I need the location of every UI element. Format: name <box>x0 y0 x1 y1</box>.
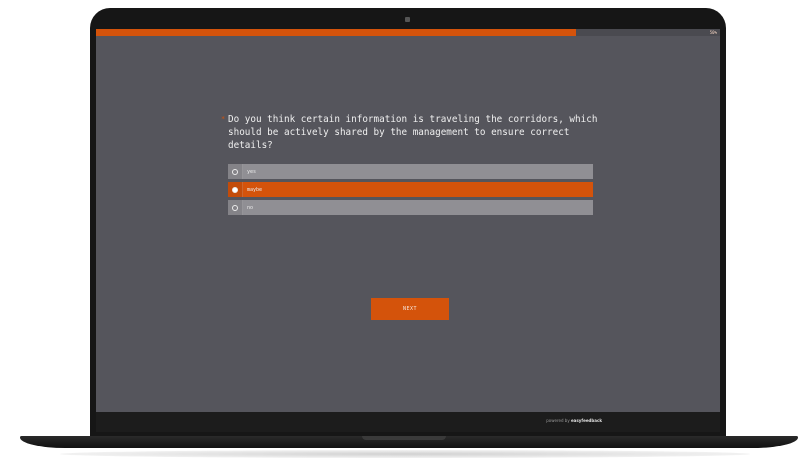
progress-label: 50% <box>709 30 717 35</box>
survey-screen: 50% * Do you think certain information i… <box>96 29 720 432</box>
laptop-notch <box>362 436 446 440</box>
option-no[interactable]: no <box>228 200 593 215</box>
option-maybe[interactable]: maybe <box>228 182 593 197</box>
option-label: maybe <box>247 186 263 193</box>
radio-icon[interactable] <box>232 204 238 211</box>
radio-box[interactable] <box>228 200 243 215</box>
required-marker: * <box>221 115 226 123</box>
progress-bar: 50% <box>96 29 720 36</box>
option-yes[interactable]: yes <box>228 164 593 179</box>
laptop-mockup: 50% * Do you think certain information i… <box>0 0 806 470</box>
question: * Do you think certain information is tr… <box>221 113 598 152</box>
powered-prefix: powered by <box>546 418 570 423</box>
option-label: yes <box>247 168 257 175</box>
next-button[interactable]: NEXT <box>371 298 449 320</box>
answer-options: yes maybe no <box>228 164 593 218</box>
camera-icon <box>405 17 410 22</box>
progress-fill <box>96 29 577 36</box>
radio-icon[interactable] <box>232 168 238 175</box>
footer: powered by easyfeedback <box>96 412 720 432</box>
question-text: Do you think certain information is trav… <box>228 114 598 151</box>
radio-box[interactable] <box>228 182 243 197</box>
powered-by[interactable]: powered by easyfeedback <box>546 418 602 423</box>
radio-box[interactable] <box>228 164 243 179</box>
brand-name: easyfeedback <box>570 418 602 423</box>
option-label: no <box>247 204 254 211</box>
radio-icon[interactable] <box>232 186 238 193</box>
laptop-shadow <box>60 450 750 458</box>
